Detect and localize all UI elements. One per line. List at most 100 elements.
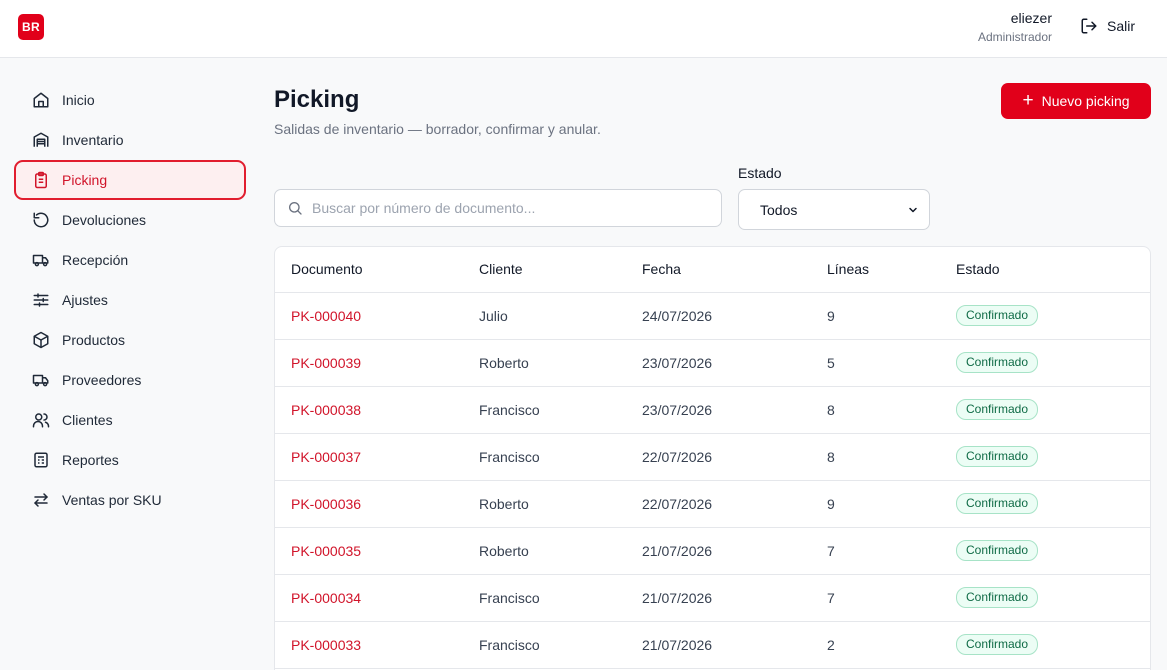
document-link[interactable]: PK-000038	[275, 386, 463, 434]
logo[interactable]: BR	[18, 14, 44, 40]
status-cell: Confirmado	[940, 480, 1150, 528]
sidebar-item-clientes[interactable]: Clientes	[14, 400, 246, 440]
sliders-icon	[33, 293, 49, 307]
logout-button[interactable]: Salir	[1080, 15, 1135, 37]
picking-table: Documento Cliente Fecha Líneas Estado PK…	[274, 246, 1151, 670]
document-link[interactable]: PK-000036	[275, 480, 463, 528]
date-cell: 21/07/2026	[626, 527, 811, 575]
client-cell: Roberto	[463, 480, 626, 528]
user-info: eliezer Administrador	[978, 10, 1052, 45]
lines-cell: 9	[811, 480, 940, 528]
document-link[interactable]: PK-000040	[275, 292, 463, 340]
sidebar-item-inicio[interactable]: Inicio	[14, 80, 246, 120]
sidebar-item-picking[interactable]: Picking	[14, 160, 246, 200]
status-cell: Confirmado	[940, 621, 1150, 669]
status-badge: Confirmado	[956, 540, 1039, 561]
search-input[interactable]	[312, 200, 702, 216]
sidebar-item-label: Reportes	[62, 452, 119, 468]
sidebar-item-label: Inicio	[62, 92, 95, 108]
logout-icon	[1081, 18, 1097, 34]
lines-cell: 7	[811, 574, 940, 622]
truck-icon	[32, 254, 49, 267]
sidebar-item-inventario[interactable]: Inventario	[14, 120, 246, 160]
status-badge: Confirmado	[956, 446, 1039, 467]
table-row[interactable]: PK-000035 Roberto 21/07/2026 7 Confirmad…	[275, 527, 1150, 575]
arrows-icon	[34, 493, 48, 507]
date-cell: 24/07/2026	[626, 292, 811, 340]
table-row[interactable]: PK-000037 Francisco 22/07/2026 8 Confirm…	[275, 433, 1150, 481]
status-badge: Confirmado	[956, 634, 1039, 655]
table-row[interactable]: PK-000034 Francisco 21/07/2026 7 Confirm…	[275, 574, 1150, 622]
document-link[interactable]: PK-000039	[275, 339, 463, 387]
sidebar-item-label: Picking	[62, 172, 108, 188]
table-header-row: Documento Cliente Fecha Líneas Estado	[275, 247, 1150, 293]
lines-cell: 8	[811, 433, 940, 481]
document-link[interactable]: PK-000034	[275, 574, 463, 622]
status-cell: Confirmado	[940, 574, 1150, 622]
sidebar-item-devoluciones[interactable]: Devoluciones	[14, 200, 246, 240]
client-cell: Francisco	[463, 433, 626, 481]
lines-cell: 2	[811, 621, 940, 669]
page-subtitle: Salidas de inventario — borrador, confir…	[274, 121, 601, 137]
column-header: Cliente	[463, 247, 626, 293]
status-badge: Confirmado	[956, 399, 1039, 420]
date-cell: 23/07/2026	[626, 386, 811, 434]
status-badge: Confirmado	[956, 352, 1039, 373]
table-row[interactable]: PK-000033 Francisco 21/07/2026 2 Confirm…	[275, 621, 1150, 669]
report-icon	[34, 452, 48, 468]
status-cell: Confirmado	[940, 527, 1150, 575]
status-cell: Confirmado	[940, 339, 1150, 387]
estado-label: Estado	[738, 165, 782, 181]
sidebar-item-recepcion[interactable]: Recepción	[14, 240, 246, 280]
undo-icon	[33, 212, 49, 228]
lines-cell: 8	[811, 386, 940, 434]
table-row[interactable]: PK-000036 Roberto 22/07/2026 9 Confirmad…	[275, 480, 1150, 528]
lines-cell: 5	[811, 339, 940, 387]
sidebar-item-proveedores[interactable]: Proveedores	[14, 360, 246, 400]
new-picking-label: Nuevo picking	[1041, 93, 1130, 109]
sidebar-item-ajustes[interactable]: Ajustes	[14, 280, 246, 320]
table-row[interactable]: PK-000038 Francisco 23/07/2026 8 Confirm…	[275, 386, 1150, 434]
column-header: Líneas	[811, 247, 940, 293]
client-cell: Roberto	[463, 527, 626, 575]
sidebar-item-label: Ajustes	[62, 292, 108, 308]
truck-icon	[32, 374, 49, 387]
document-link[interactable]: PK-000035	[275, 527, 463, 575]
date-cell: 21/07/2026	[626, 621, 811, 669]
plus-icon: +	[1022, 89, 1034, 111]
table-row[interactable]: PK-000039 Roberto 23/07/2026 5 Confirmad…	[275, 339, 1150, 387]
sidebar-item-label: Devoluciones	[62, 212, 147, 228]
user-role: Administrador	[977, 30, 1052, 44]
estado-select[interactable]: Todos	[738, 189, 930, 230]
search-box	[274, 189, 722, 227]
top-bar: BR eliezer Administrador Salir	[0, 0, 1167, 58]
column-header: Documento	[275, 247, 463, 293]
sidebar-item-ventas-por-sku[interactable]: Ventas por SKU	[14, 480, 246, 520]
date-cell: 21/07/2026	[626, 574, 811, 622]
status-cell: Confirmado	[940, 433, 1150, 481]
lines-cell: 7	[811, 527, 940, 575]
home-icon	[33, 92, 49, 108]
status-badge: Confirmado	[956, 305, 1039, 326]
table-row[interactable]: PK-000040 Julio 24/07/2026 9 Confirmado	[275, 292, 1150, 340]
user-name: eliezer	[1010, 10, 1052, 26]
sidebar-item-reportes[interactable]: Reportes	[14, 440, 246, 480]
client-cell: Julio	[463, 292, 626, 340]
date-cell: 23/07/2026	[626, 339, 811, 387]
chevron-down-icon	[909, 207, 917, 212]
document-link[interactable]: PK-000037	[275, 433, 463, 481]
status-badge: Confirmado	[956, 587, 1039, 608]
users-icon	[32, 413, 50, 428]
estado-value: Todos	[760, 201, 798, 218]
new-picking-button[interactable]: + Nuevo picking	[1001, 83, 1151, 119]
client-cell: Francisco	[463, 574, 626, 622]
column-header: Fecha	[626, 247, 811, 293]
logout-label: Salir	[1107, 18, 1136, 34]
sidebar-item-label: Clientes	[62, 412, 113, 428]
document-link[interactable]: PK-000033	[275, 621, 463, 669]
status-cell: Confirmado	[940, 386, 1150, 434]
sidebar-item-productos[interactable]: Productos	[14, 320, 246, 360]
date-cell: 22/07/2026	[626, 480, 811, 528]
status-cell: Confirmado	[940, 292, 1150, 340]
client-cell: Francisco	[463, 386, 626, 434]
